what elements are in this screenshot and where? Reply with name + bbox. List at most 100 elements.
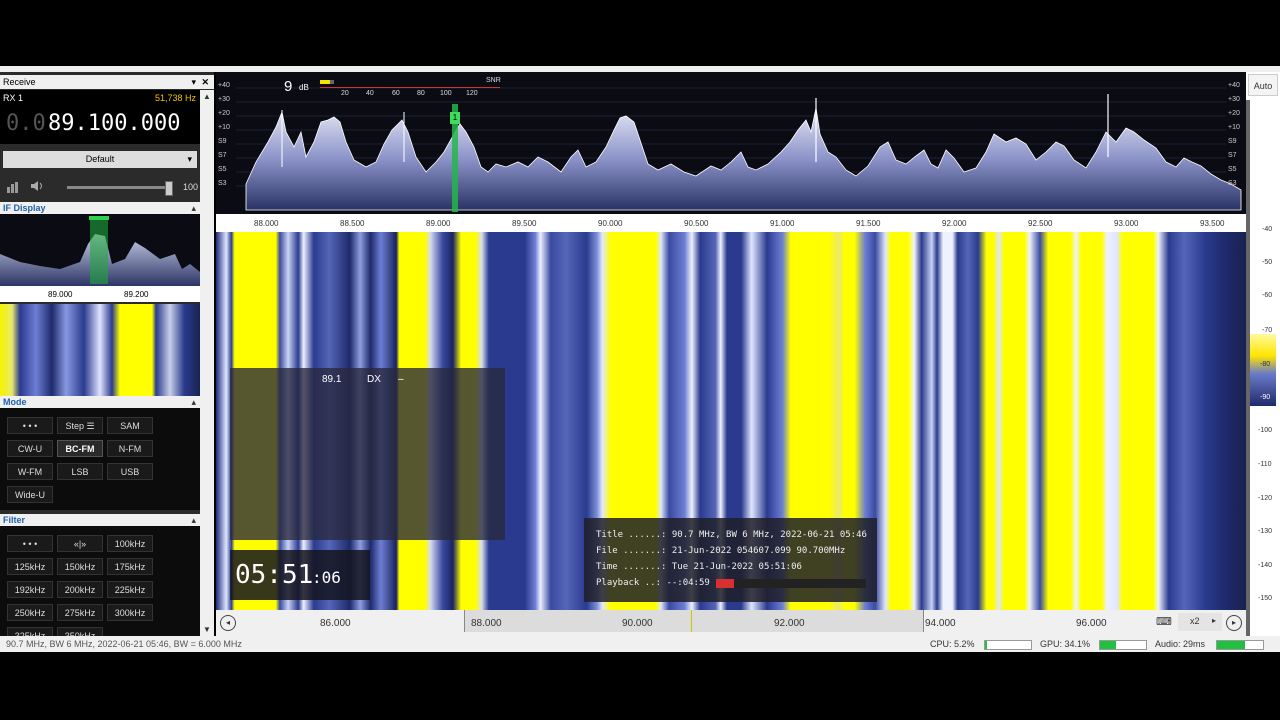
mode-usb-button[interactable]: USB	[107, 463, 153, 480]
mode-nfm-button[interactable]: N-FM	[107, 440, 153, 457]
filter-192khz-button[interactable]: 192kHz	[7, 581, 53, 598]
frequency-display[interactable]: RX 1 51,738 Hz 0.0 89.100.000	[0, 90, 200, 144]
mode-sam-button[interactable]: SAM	[107, 417, 153, 434]
preset-dropdown[interactable]: Default ▾	[3, 151, 197, 168]
filter-200khz-button[interactable]: 200kHz	[57, 581, 103, 598]
signal-bars-icon[interactable]	[7, 180, 19, 193]
db-tick: -50	[1262, 259, 1273, 266]
snr-tick: 40	[366, 90, 374, 97]
speaker-icon[interactable]	[30, 179, 44, 193]
close-icon[interactable]: ✕	[201, 75, 209, 89]
volume-value: 100	[183, 182, 199, 192]
if-spectrum[interactable]	[0, 214, 200, 286]
scroll-down-icon[interactable]: ▼	[203, 625, 211, 634]
filter-125khz-button[interactable]: 125kHz	[7, 558, 53, 575]
level-scale-panel: Auto -40 -50 -60 -70 -80 -90 -100 -110 -…	[1246, 72, 1280, 636]
filter-350khz-button[interactable]: 350kHz	[57, 627, 103, 636]
freq-tick: 93.000	[1114, 219, 1139, 228]
playback-progress[interactable]	[716, 579, 866, 588]
collapse-icon[interactable]: ▴	[191, 514, 196, 526]
info-title: Title ......: 90.7 MHz, BW 6 MHz, 2022-0…	[596, 530, 867, 540]
info-time: Time .......: Tue 21-Jun-2022 05:51:06	[596, 562, 802, 572]
scale-label: +10	[218, 124, 230, 131]
if-tick: 89.000	[48, 290, 73, 299]
if-waterfall[interactable]	[0, 304, 200, 398]
spectrum-frequency-axis[interactable]: 88.000 88.500 89.000 89.500 90.000 90.50…	[216, 214, 1246, 232]
scale-label: +20	[218, 110, 230, 117]
gpu-usage: GPU: 34.1%	[1040, 639, 1091, 649]
mode-more-button[interactable]: • • •	[7, 417, 53, 434]
dropdown-icon[interactable]: ▾	[191, 75, 196, 89]
filter-325khz-button[interactable]: 325kHz	[7, 627, 53, 636]
filter-more-button[interactable]: • • •	[7, 535, 53, 552]
auto-button[interactable]: Auto	[1248, 74, 1278, 96]
frequency-leading-digits: 0.0	[6, 111, 46, 136]
if-display-header[interactable]: IF Display ▴	[0, 202, 200, 214]
spectrum-left-scale: +40 +30 +20 +10 S9 S7 S5 S3	[218, 82, 236, 202]
collapse-icon[interactable]: ▴	[191, 396, 196, 408]
waterfall-frequency-axis[interactable]: ◂ 86.000 88.000 90.000 92.000 94.000 96.…	[216, 610, 1246, 636]
waterfall-display[interactable]: 89.1 DX – 05:51 :06 Title ......: 90.7 M…	[216, 232, 1246, 610]
snr-tick: 120	[466, 90, 478, 97]
center-marker	[691, 610, 692, 632]
db-value: 9	[284, 78, 293, 95]
receive-title: Receive	[3, 77, 36, 87]
scale-label: S5	[218, 166, 227, 173]
visible-span-indicator[interactable]	[464, 610, 924, 632]
scale-label: +10	[1228, 124, 1240, 131]
clock-seconds: :06	[312, 568, 341, 587]
volume-slider[interactable]	[67, 181, 173, 196]
db-tick: -150	[1258, 595, 1273, 602]
snr-meter: SNR 20 40 60 80 100 120	[320, 76, 501, 100]
if-display-title: IF Display	[3, 203, 46, 213]
collapse-icon[interactable]: ▴	[191, 202, 196, 214]
mode-bcfm-button[interactable]: BC-FM	[57, 440, 103, 457]
recording-info: Title ......: 90.7 MHz, BW 6 MHz, 2022-0…	[584, 518, 877, 602]
filter-250khz-button[interactable]: 250kHz	[7, 604, 53, 621]
freq-tick: 89.500	[512, 219, 537, 228]
snr-bar	[320, 80, 334, 84]
filter-width-button[interactable]: «|»	[57, 535, 103, 552]
scale-label: S3	[218, 180, 227, 187]
mode-wfm-button[interactable]: W-FM	[7, 463, 53, 480]
filter-225khz-button[interactable]: 225kHz	[107, 581, 153, 598]
freq-tick: 89.000	[426, 219, 451, 228]
volume-slider-handle[interactable]	[165, 181, 173, 196]
mode-cwu-button[interactable]: CW-U	[7, 440, 53, 457]
chevron-down-icon: ▾	[187, 154, 192, 164]
db-tick: -80	[1260, 361, 1271, 368]
filter-300khz-button[interactable]: 300kHz	[107, 604, 153, 621]
axis-tick: 94.000	[925, 618, 956, 629]
snr-tick: 80	[417, 90, 425, 97]
axis-tick: 96.000	[1076, 618, 1107, 629]
freq-tick: 88.500	[340, 219, 365, 228]
filter-175khz-button[interactable]: 175kHz	[107, 558, 153, 575]
if-tick: 89.200	[124, 290, 149, 299]
db-unit: dB	[299, 83, 309, 92]
mode-header[interactable]: Mode ▴	[0, 396, 200, 408]
db-tick: -40	[1262, 226, 1273, 233]
panel-scrollbar[interactable]: ▲ ▼	[200, 90, 214, 636]
mode-lsb-button[interactable]: LSB	[57, 463, 103, 480]
scroll-up-icon[interactable]: ▲	[203, 92, 211, 101]
spectrum-display[interactable]: 1 9 dB SNR 20 40 60 80 100 120 +40 +30 +…	[216, 72, 1246, 214]
step-button[interactable]: Step ☰	[57, 417, 103, 434]
zoom-control[interactable]: x2 ▸	[1178, 613, 1222, 631]
filter-275khz-button[interactable]: 275kHz	[57, 604, 103, 621]
station-overlay: 89.1 DX –	[230, 368, 505, 540]
vfo-marker-label: 1	[450, 112, 460, 124]
freq-tick: 92.000	[942, 219, 967, 228]
filter-100khz-button[interactable]: 100kHz	[107, 535, 153, 552]
chevron-right-icon[interactable]: ▸	[1212, 616, 1216, 625]
db-tick: -130	[1258, 528, 1273, 535]
scroll-left-icon[interactable]: ◂	[220, 615, 236, 631]
gpu-meter	[1099, 640, 1147, 650]
scroll-right-icon[interactable]: ▸	[1226, 615, 1242, 631]
keyboard-icon[interactable]: ⌨	[1156, 615, 1172, 628]
filter-150khz-button[interactable]: 150kHz	[57, 558, 103, 575]
filter-header[interactable]: Filter ▴	[0, 514, 200, 526]
frequency-value[interactable]: 89.100.000	[48, 111, 180, 136]
db-tick: -70	[1262, 327, 1273, 334]
mode-wideu-button[interactable]: Wide-U	[7, 486, 53, 503]
filter-buttons: • • • «|» 100kHz 125kHz 150kHz 175kHz 19…	[0, 526, 200, 636]
